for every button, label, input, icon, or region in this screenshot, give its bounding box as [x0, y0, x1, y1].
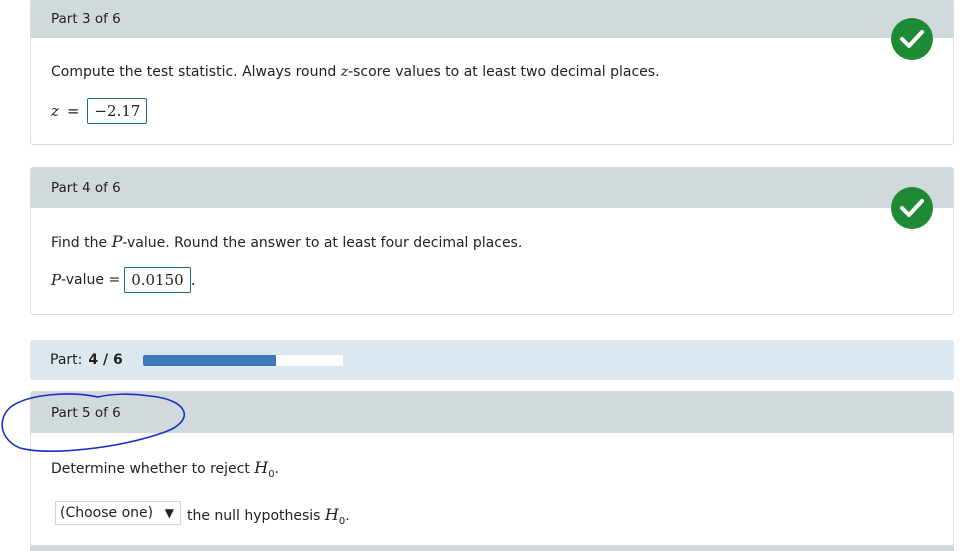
dropdown-arrow-icon: ▼	[164, 506, 174, 520]
part-3-answer-row: z = −2.17	[51, 98, 148, 124]
prompt-text: Compute the test statistic. Always round	[51, 64, 341, 80]
p-label: P	[51, 271, 62, 289]
progress-bar	[142, 354, 343, 366]
z-label: z	[51, 102, 59, 120]
z-answer-field[interactable]: −2.17	[87, 98, 148, 124]
part-3-card: Part 3 of 6 Compute the test statistic. …	[30, 0, 954, 145]
reject-decision-select[interactable]: (Choose one) ▼	[55, 501, 181, 525]
select-value: (Choose one)	[60, 505, 154, 521]
progress-value: 4 / 6	[88, 352, 123, 368]
prompt-text: -value. Round the answer to at least fou…	[122, 235, 523, 251]
p-value-label: -value =	[61, 272, 121, 288]
part-4-header: Part 4 of 6	[31, 168, 953, 208]
null-hypothesis-text: the null hypothesis H0.	[187, 505, 350, 527]
part-3-prompt: Compute the test statistic. Always round…	[51, 64, 660, 80]
h-variable: H	[324, 505, 339, 524]
part-3-title: Part 3 of 6	[51, 11, 121, 27]
part-4-card: Part 4 of 6 Find the P-value. Round the …	[30, 167, 954, 315]
hand-drawn-circle-annotation	[1, 393, 185, 452]
next-section-strip	[30, 545, 954, 551]
part-3-header: Part 3 of 6	[31, 0, 953, 38]
progress-label: Part:	[50, 352, 83, 368]
h-variable: H	[254, 458, 269, 477]
prompt-text: the null hypothesis	[187, 508, 325, 524]
period: .	[274, 461, 280, 477]
period: .	[345, 508, 350, 524]
p-value-answer-field[interactable]: 0.0150	[124, 267, 191, 293]
period: .	[190, 271, 196, 289]
p-variable: P	[111, 232, 123, 251]
prompt-text: Find the	[51, 235, 112, 251]
z-variable: z	[340, 64, 349, 80]
prompt-text: Determine whether to reject	[51, 461, 255, 477]
part-4-title: Part 4 of 6	[51, 180, 121, 196]
part-4-prompt: Find the P-value. Round the answer to at…	[51, 232, 522, 251]
check-icon	[891, 18, 933, 60]
progress-bar-fill	[142, 354, 277, 366]
part-5-prompt: Determine whether to reject H0.	[51, 458, 279, 480]
part-4-answer-row: P -value = 0.0150 .	[51, 267, 195, 293]
progress-panel: Part: 4 / 6	[30, 340, 954, 380]
check-icon	[891, 187, 933, 229]
prompt-text: -score values to at least two decimal pl…	[348, 64, 660, 80]
equals-sign: =	[66, 102, 80, 120]
